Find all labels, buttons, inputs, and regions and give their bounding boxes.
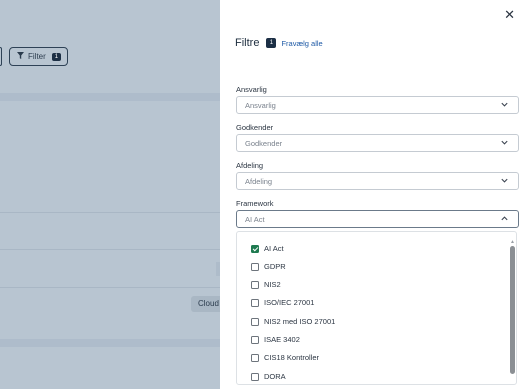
active-filter-count-badge: 1 xyxy=(266,38,277,48)
filter-icon xyxy=(17,52,24,61)
background-band xyxy=(0,339,220,347)
option-iso-iec-27001[interactable]: ISO/IEC 27001 xyxy=(251,298,314,307)
framework-dropdown: AI Act GDPR NIS2 ISO/IEC 27001 NIS2 med … xyxy=(236,231,517,385)
checkbox[interactable] xyxy=(251,353,259,362)
field-label-afdeling: Afdeling xyxy=(236,161,264,170)
option-label: AI Act xyxy=(264,244,284,253)
filter-count-badge: 1 xyxy=(51,52,62,61)
scroll-up-arrow-icon[interactable]: ▲ xyxy=(510,239,515,245)
background-divider xyxy=(0,212,220,213)
option-label: NIS2 xyxy=(264,280,281,289)
filter-button-label: Filter xyxy=(28,52,46,61)
option-nis2[interactable]: NIS2 xyxy=(251,280,281,289)
background-band xyxy=(0,93,220,101)
close-icon[interactable]: ✕ xyxy=(504,7,515,23)
chevron-down-icon xyxy=(501,178,508,183)
select-placeholder: Godkender xyxy=(245,138,283,148)
select-framework[interactable]: AI Act xyxy=(236,210,519,228)
background-divider xyxy=(0,287,220,288)
chevron-up-icon xyxy=(501,216,508,221)
option-dora[interactable]: DORA xyxy=(251,372,286,381)
select-ansvarlig[interactable]: Ansvarlig xyxy=(236,96,519,114)
select-value: AI Act xyxy=(245,214,265,224)
checkbox-checked[interactable] xyxy=(251,244,259,253)
checkbox[interactable] xyxy=(251,335,259,344)
option-isae-3402[interactable]: ISAE 3402 xyxy=(251,335,300,344)
filter-panel: ✕ Filtre 1 Fravælg alle Ansvarlig Ansvar… xyxy=(220,0,525,389)
option-label: ISO/IEC 27001 xyxy=(264,298,315,307)
clear-all-link[interactable]: Fravælg alle xyxy=(281,39,322,48)
chevron-down-icon xyxy=(501,140,508,145)
select-placeholder: Afdeling xyxy=(245,176,273,186)
select-placeholder: Ansvarlig xyxy=(245,100,276,110)
checkbox[interactable] xyxy=(251,298,259,307)
chevron-down-icon xyxy=(501,102,508,107)
background-chip: Cloud xyxy=(191,296,220,312)
checkbox[interactable] xyxy=(251,317,259,326)
option-label: GDPR xyxy=(264,262,286,271)
checkbox[interactable] xyxy=(251,280,259,289)
option-label: DORA xyxy=(264,372,286,381)
option-ai-act[interactable]: AI Act xyxy=(251,244,284,253)
checkbox[interactable] xyxy=(251,262,259,271)
panel-header: Filtre 1 Fravælg alle xyxy=(235,37,323,49)
option-label: NIS2 med ISO 27001 xyxy=(264,317,336,326)
background-divider xyxy=(0,249,220,250)
field-label-godkender: Godkender xyxy=(236,123,274,132)
option-label: CIS18 Kontroller xyxy=(264,353,320,362)
field-label-ansvarlig: Ansvarlig xyxy=(236,85,267,94)
background-button-edge xyxy=(0,47,2,66)
field-label-framework: Framework xyxy=(236,199,274,208)
panel-title: Filtre xyxy=(235,37,260,49)
dropdown-scrollbar[interactable] xyxy=(510,246,515,374)
checkbox[interactable] xyxy=(251,372,259,381)
background-overlay[interactable]: Filter 1 Cloud xyxy=(0,0,220,389)
option-label: ISAE 3402 xyxy=(264,335,300,344)
option-cis18[interactable]: CIS18 Kontroller xyxy=(251,353,319,362)
option-nis2-med-iso[interactable]: NIS2 med ISO 27001 xyxy=(251,317,335,326)
option-gdpr[interactable]: GDPR xyxy=(251,262,286,271)
filter-button: Filter 1 xyxy=(9,47,68,66)
select-afdeling[interactable]: Afdeling xyxy=(236,172,519,190)
select-godkender[interactable]: Godkender xyxy=(236,134,519,152)
